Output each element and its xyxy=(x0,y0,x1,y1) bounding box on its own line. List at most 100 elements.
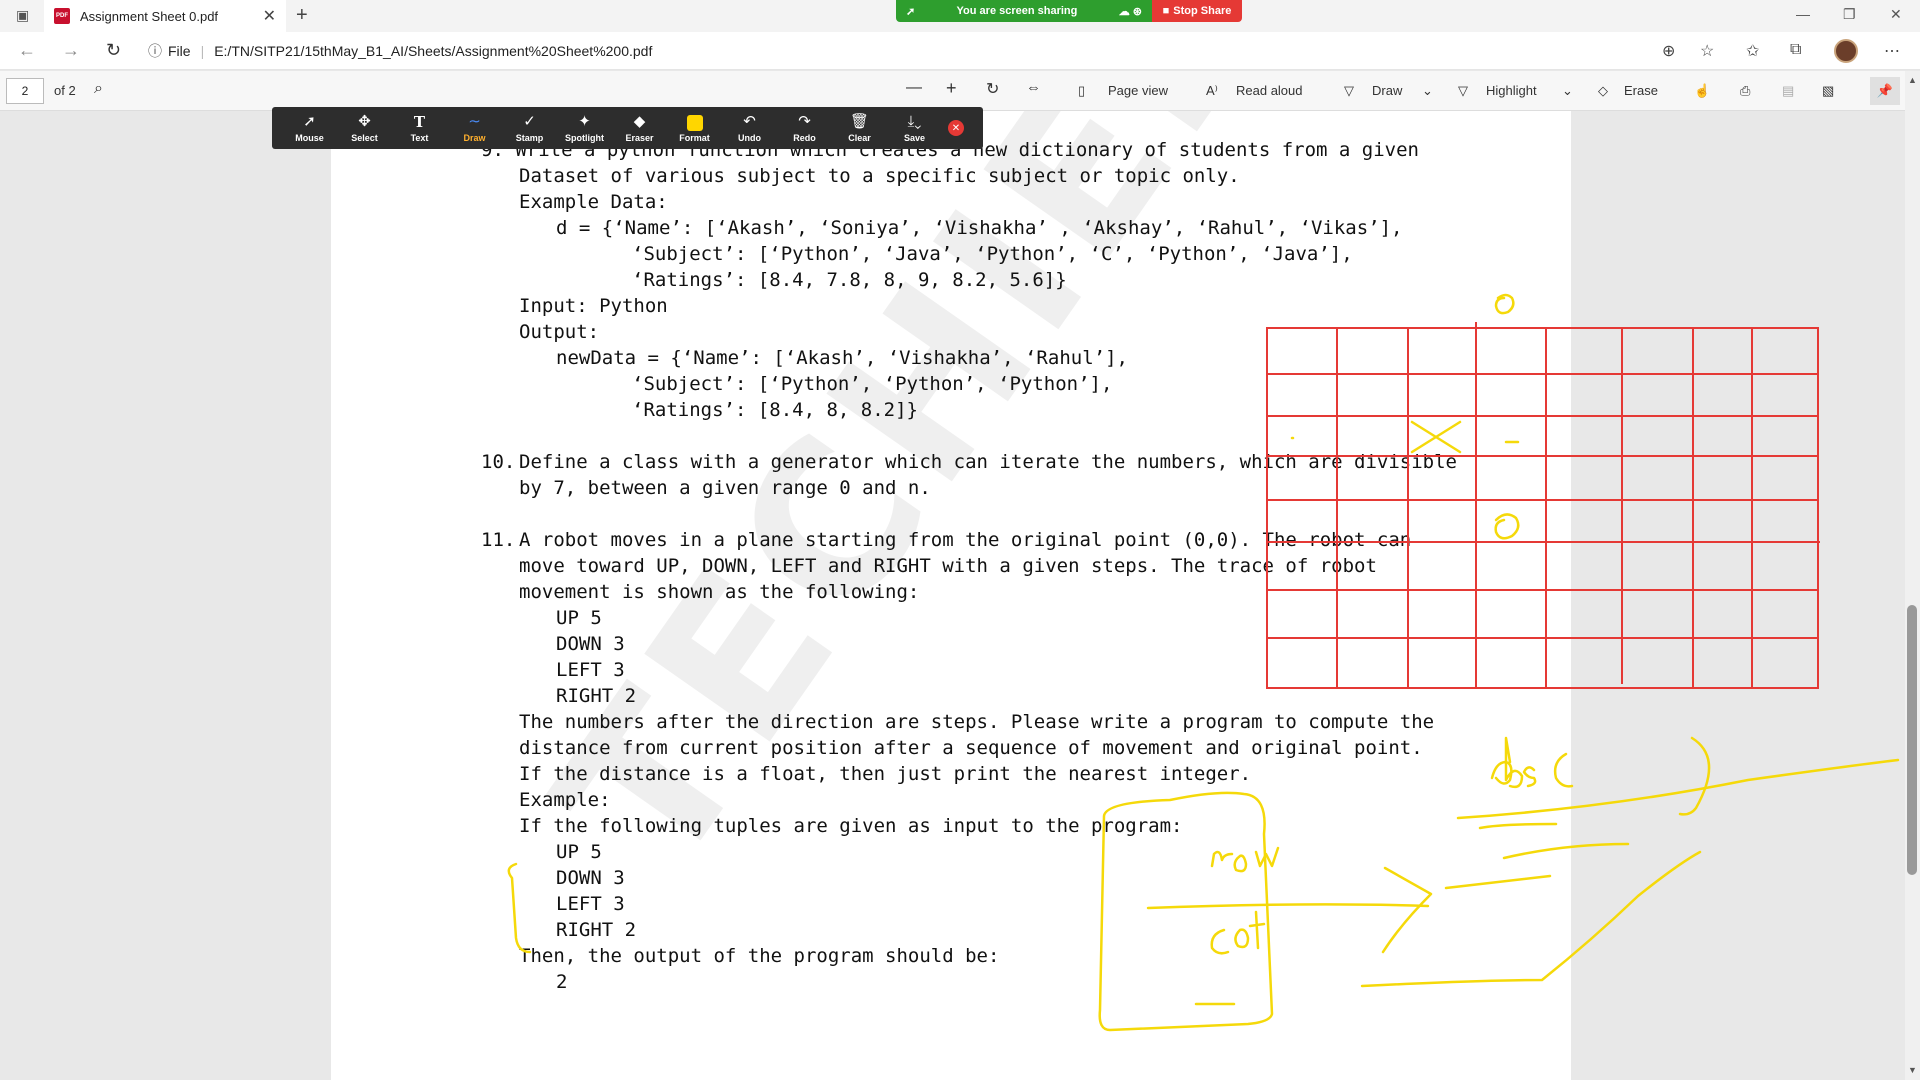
clear-button[interactable]: 🗑 Clear xyxy=(832,107,887,149)
profile-avatar[interactable] xyxy=(1834,39,1858,63)
tool-label: Stamp xyxy=(515,133,544,143)
eraser-tool-button[interactable]: ◆ Eraser xyxy=(612,107,667,149)
text-line: The numbers after the direction are step… xyxy=(519,711,1435,733)
vertical-scrollbar[interactable]: ▲ ▼ xyxy=(1905,71,1920,1080)
page-number-input[interactable]: 2 xyxy=(6,78,44,104)
text-line: distance from current position after a s… xyxy=(519,737,1423,759)
draw-button[interactable]: Draw xyxy=(1372,83,1402,98)
zoom-out-icon[interactable]: — xyxy=(906,79,922,97)
item-number: 11. xyxy=(481,529,516,551)
back-icon[interactable]: ← xyxy=(18,40,36,61)
forward-icon[interactable]: → xyxy=(62,40,80,61)
erase-button[interactable]: Erase xyxy=(1624,83,1658,98)
add-favorite-icon[interactable]: ☆ xyxy=(1700,41,1714,61)
color-swatch xyxy=(686,114,703,131)
tool-label: Clear xyxy=(848,133,871,143)
page-total: of 2 xyxy=(54,83,76,98)
text-line: Example Data: xyxy=(519,191,668,213)
stop-share-label: Stop Share xyxy=(1173,5,1232,17)
text-line: DOWN 3 xyxy=(556,633,625,655)
highlight-button[interactable]: Highlight xyxy=(1486,83,1537,98)
stamp-tool-button[interactable]: ✓ Stamp xyxy=(502,107,557,149)
annotation-toolbar: ➚ Mouse ✥ Select T Text ∼ Draw ✓ Stamp ✦ Spotl… xyxy=(272,107,983,149)
scroll-up-icon[interactable]: ▲ xyxy=(1908,75,1917,85)
check-icon: ✓ xyxy=(523,113,536,130)
new-tab-icon[interactable]: + xyxy=(296,4,308,27)
read-aloud-button[interactable]: Read aloud xyxy=(1236,83,1303,98)
text-line: ‘Subject’: [‘Python’, ‘Java’, ‘Python’, … xyxy=(632,243,1353,265)
text-line: If the following tuples are given as inp… xyxy=(519,815,1183,837)
tool-label: Mouse xyxy=(295,133,324,143)
text-line: If the distance is a float, then just pr… xyxy=(519,763,1252,785)
undo-icon: ↶ xyxy=(743,113,756,130)
spotlight-tool-button[interactable]: ✦ Spotlight xyxy=(557,107,612,149)
tool-label: Select xyxy=(351,133,378,143)
collections-icon[interactable]: ⧉ xyxy=(1790,41,1801,59)
tool-label: Draw xyxy=(463,133,486,143)
tool-label: Undo xyxy=(738,133,761,143)
document-viewport[interactable]: TECHIEN 9. Write a python function which… xyxy=(0,111,1905,1080)
refresh-icon[interactable]: ↻ xyxy=(106,40,121,61)
pdf-icon: PDF xyxy=(54,8,70,24)
page-view-button[interactable]: Page view xyxy=(1108,83,1168,98)
tab-close-icon[interactable]: ✕ xyxy=(263,6,276,26)
tool-label: Redo xyxy=(793,133,816,143)
url-text: E:/TN/SITP21/15thMay_B1_AI/Sheets/Assign… xyxy=(214,43,653,59)
undo-button[interactable]: ↶ Undo xyxy=(722,107,777,149)
draw-icon: ▽ xyxy=(1344,83,1354,98)
restore-icon[interactable]: ❐ xyxy=(1843,6,1856,23)
text-line: DOWN 3 xyxy=(556,867,625,889)
text-tool-button[interactable]: T Text xyxy=(392,107,447,149)
favorites-icon[interactable]: ✩ xyxy=(1746,41,1759,61)
move-icon: ✥ xyxy=(358,113,371,130)
more-options-icon[interactable]: ⋯ xyxy=(1884,41,1900,61)
item-number: 10. xyxy=(481,451,516,473)
draw-tool-button[interactable]: ∼ Draw xyxy=(447,107,502,149)
scroll-down-icon[interactable]: ▼ xyxy=(1908,1065,1917,1075)
share-status-text: You are screen sharing xyxy=(956,5,1078,17)
pdf-page: TECHIEN 9. Write a python function which… xyxy=(331,111,1571,1080)
text-line: UP 5 xyxy=(556,607,602,629)
tool-label: Spotlight xyxy=(565,133,604,143)
page-view-icon[interactable]: ▯ xyxy=(1078,83,1085,99)
text-line: RIGHT 2 xyxy=(556,919,637,941)
minimize-icon[interactable]: — xyxy=(1796,6,1810,22)
share-settings-icon[interactable]: ☁ ⊛ xyxy=(1119,5,1142,18)
window-close-icon[interactable]: ✕ xyxy=(1890,6,1902,23)
save-as-icon[interactable]: ▧ xyxy=(1822,83,1834,99)
redo-button[interactable]: ↷ Redo xyxy=(777,107,832,149)
text-line: A robot moves in a plane starting from t… xyxy=(519,529,1412,551)
stop-share-button[interactable]: ■ Stop Share xyxy=(1152,0,1242,22)
print-icon[interactable]: ⎙ xyxy=(1740,83,1750,99)
text-line: Then, the output of the program should b… xyxy=(519,945,1000,967)
text-line: Define a class with a generator which ca… xyxy=(519,451,1457,473)
close-toolbar-icon[interactable]: ✕ xyxy=(948,120,964,136)
text-line: d = {‘Name’: [‘Akash’, ‘Soniya’, ‘Vishak… xyxy=(556,217,1403,239)
mouse-tool-button[interactable]: ➚ Mouse xyxy=(282,107,337,149)
save-icon[interactable]: ▤ xyxy=(1782,83,1794,99)
zoom-icon[interactable]: ⊕ xyxy=(1662,41,1675,61)
pin-toolbar-icon[interactable]: 📌 xyxy=(1870,77,1900,105)
url-scheme-label: File xyxy=(168,43,191,59)
share-banner: ➚ You are screen sharing ☁ ⊛ ■ Stop Shar… xyxy=(896,0,1242,22)
tab-title: Assignment Sheet 0.pdf xyxy=(80,8,219,24)
text-line: ‘Subject’: [‘Python’, ‘Python’, ‘Python’… xyxy=(632,373,1113,395)
fit-width-icon[interactable]: ⇔ xyxy=(1026,79,1041,96)
search-icon[interactable]: ⌕ xyxy=(94,80,103,98)
rotate-icon[interactable]: ↻ xyxy=(986,79,999,99)
highlight-dropdown-icon[interactable]: ⌄ xyxy=(1562,83,1573,99)
select-tool-button[interactable]: ✥ Select xyxy=(337,107,392,149)
url-field[interactable]: ⓘ File | E:/TN/SITP21/15thMay_B1_AI/Shee… xyxy=(148,38,1728,64)
read-aloud-icon: A⁾ xyxy=(1206,83,1218,98)
touch-icon[interactable]: ☝ xyxy=(1694,83,1710,99)
window-menu-icon[interactable]: ▣ xyxy=(16,7,29,24)
scroll-thumb[interactable] xyxy=(1907,605,1917,875)
tab-assignment-sheet[interactable]: PDF Assignment Sheet 0.pdf ✕ xyxy=(44,0,286,32)
text-line: movement is shown as the following: xyxy=(519,581,920,603)
tool-label: Eraser xyxy=(625,133,654,143)
info-icon[interactable]: ⓘ xyxy=(148,41,162,61)
zoom-in-icon[interactable]: + xyxy=(946,78,957,99)
draw-dropdown-icon[interactable]: ⌄ xyxy=(1422,83,1433,99)
format-tool-button[interactable]: Format xyxy=(667,107,722,149)
save-button[interactable]: ⤓⌄ Save xyxy=(887,107,942,149)
